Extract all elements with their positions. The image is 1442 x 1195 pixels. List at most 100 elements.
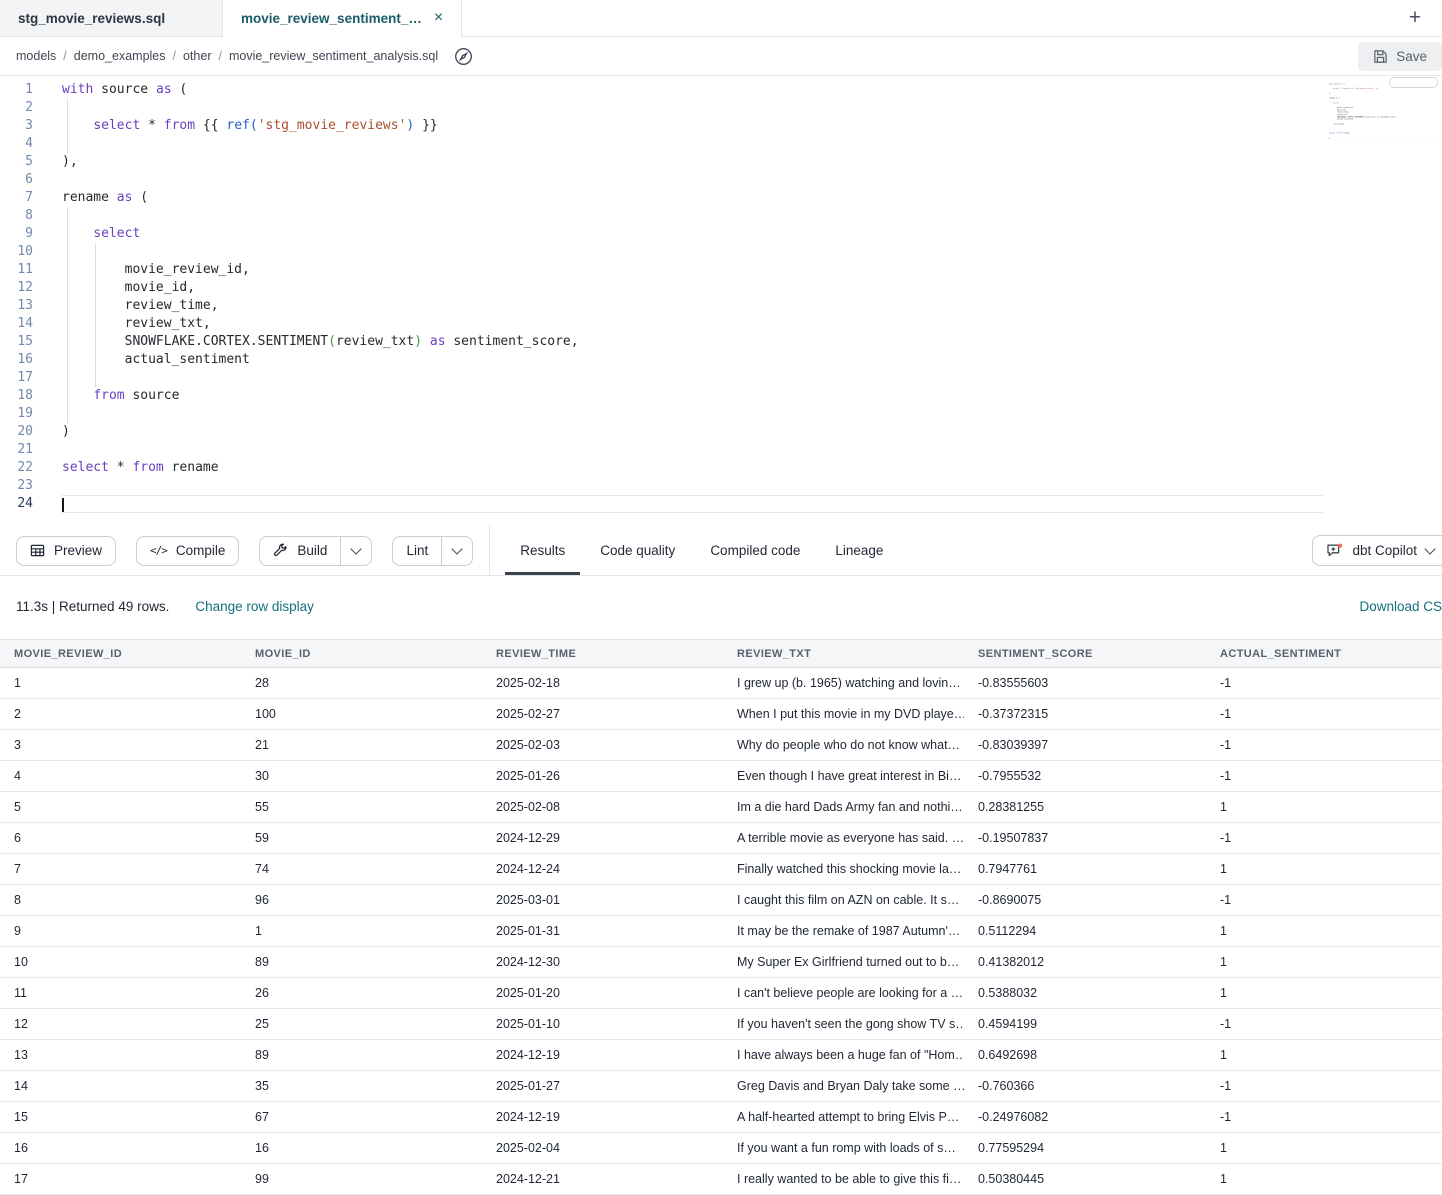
- table-cell: 2: [0, 707, 241, 721]
- table-cell: 12: [0, 1017, 241, 1031]
- code-line[interactable]: SNOWFLAKE.CORTEX.SENTIMENT(review_txt) a…: [62, 333, 1442, 351]
- preview-button[interactable]: Preview: [16, 536, 116, 566]
- table-row[interactable]: 10892024-12-30My Super Ex Girlfriend tur…: [0, 947, 1442, 978]
- table-row[interactable]: 912025-01-31It may be the remake of 1987…: [0, 916, 1442, 947]
- code-line[interactable]: [62, 99, 1442, 117]
- code-line[interactable]: [62, 243, 1442, 261]
- table-row[interactable]: 4302025-01-26Even though I have great in…: [0, 761, 1442, 792]
- code-line[interactable]: movie_id,: [62, 279, 1442, 297]
- table-cell: -1: [1206, 893, 1442, 907]
- breadcrumb-segment[interactable]: demo_examples: [74, 49, 166, 63]
- code-line[interactable]: [62, 369, 1442, 387]
- code-line[interactable]: movie_review_id,: [62, 261, 1442, 279]
- code-line[interactable]: review_txt,: [62, 315, 1442, 333]
- table-row[interactable]: 21002025-02-27When I put this movie in m…: [0, 699, 1442, 730]
- build-button[interactable]: Build: [260, 537, 340, 565]
- close-tab-icon[interactable]: ×: [434, 10, 443, 26]
- code-line[interactable]: select * from rename: [62, 459, 1442, 477]
- table-cell: 0.4594199: [964, 1017, 1206, 1031]
- code-line[interactable]: review_time,: [62, 297, 1442, 315]
- breadcrumb-segment[interactable]: movie_review_sentiment_analysis.sql: [229, 49, 438, 63]
- tab-results[interactable]: Results: [520, 526, 565, 575]
- code-line[interactable]: select * from {{ ref('stg_movie_reviews'…: [62, 117, 1442, 135]
- tab-movie-review-sentiment[interactable]: movie_review_sentiment_… ×: [223, 0, 462, 36]
- code-line[interactable]: [1329, 137, 1441, 139]
- code-line[interactable]: select: [62, 225, 1442, 243]
- tab-code-quality[interactable]: Code quality: [600, 526, 675, 575]
- code-line[interactable]: [62, 441, 1442, 459]
- table-cell: I really wanted to be able to give this …: [723, 1172, 964, 1186]
- tab-lineage[interactable]: Lineage: [835, 526, 883, 575]
- indent-guide: [67, 207, 68, 423]
- table-cell: When I put this movie in my DVD playe…: [723, 707, 964, 721]
- code-line[interactable]: with source as (: [62, 81, 1442, 99]
- table-row[interactable]: 15672024-12-19A half-hearted attempt to …: [0, 1102, 1442, 1133]
- table-cell: 2024-12-19: [482, 1048, 723, 1062]
- lint-button[interactable]: Lint: [393, 537, 441, 565]
- table-row[interactable]: 17992024-12-21I really wanted to be able…: [0, 1164, 1442, 1195]
- compass-icon[interactable]: [454, 47, 473, 66]
- save-button[interactable]: Save: [1358, 42, 1442, 71]
- code-line[interactable]: [62, 477, 1442, 495]
- compile-button[interactable]: </> Compile: [136, 536, 239, 566]
- table-cell: -0.83555603: [964, 676, 1206, 690]
- column-header-movie-review-id[interactable]: MOVIE_REVIEW_ID: [0, 648, 241, 660]
- table-row[interactable]: 8962025-03-01I caught this film on AZN o…: [0, 885, 1442, 916]
- table-cell: I can't believe people are looking for a…: [723, 986, 964, 1000]
- download-csv-link[interactable]: Download CSV: [1359, 599, 1442, 614]
- change-row-display-link[interactable]: Change row display: [195, 599, 314, 614]
- table-row[interactable]: 11262025-01-20I can't believe people are…: [0, 978, 1442, 1009]
- new-tab-button[interactable]: +: [1402, 6, 1428, 30]
- table-cell: 0.7947761: [964, 862, 1206, 876]
- table-cell: 2025-02-18: [482, 676, 723, 690]
- table-row[interactable]: 13892024-12-19I have always been a huge …: [0, 1040, 1442, 1071]
- code-line[interactable]: ),: [62, 153, 1442, 171]
- table-cell: 74: [241, 862, 482, 876]
- code-line[interactable]: [62, 207, 1442, 225]
- table-cell: 9: [0, 924, 241, 938]
- table-row[interactable]: 14352025-01-27Greg Davis and Bryan Daly …: [0, 1071, 1442, 1102]
- code-line[interactable]: [62, 495, 1442, 513]
- code-line[interactable]: from source: [62, 387, 1442, 405]
- table-cell: Finally watched this shocking movie la…: [723, 862, 964, 876]
- code-editor[interactable]: 123456789101112131415161718192021222324 …: [0, 76, 1442, 526]
- table-cell: 0.50380445: [964, 1172, 1206, 1186]
- column-header-movie-id[interactable]: MOVIE_ID: [241, 648, 482, 660]
- column-header-sentiment-score[interactable]: SENTIMENT_SCORE: [964, 648, 1206, 660]
- table-row[interactable]: 12252025-01-10If you haven't seen the go…: [0, 1009, 1442, 1040]
- lint-dropdown[interactable]: [441, 537, 472, 565]
- table-row[interactable]: 1282025-02-18I grew up (b. 1965) watchin…: [0, 668, 1442, 699]
- tab-stg-movie-reviews[interactable]: stg_movie_reviews.sql: [0, 0, 223, 36]
- code-lines[interactable]: with source as ( select * from {{ ref('s…: [40, 81, 1442, 526]
- breadcrumb-segment[interactable]: models: [16, 49, 56, 63]
- toolbar-divider: [489, 526, 490, 575]
- line-numbers: 123456789101112131415161718192021222324: [0, 81, 40, 526]
- table-cell: 2024-12-29: [482, 831, 723, 845]
- table-row[interactable]: 7742024-12-24Finally watched this shocki…: [0, 854, 1442, 885]
- table-row[interactable]: 5552025-02-08Im a die hard Dads Army fan…: [0, 792, 1442, 823]
- code-line[interactable]: [62, 135, 1442, 153]
- table-cell: -0.24976082: [964, 1110, 1206, 1124]
- code-line[interactable]: [62, 405, 1442, 423]
- code-line[interactable]: actual_sentiment: [62, 351, 1442, 369]
- tab-compiled-code[interactable]: Compiled code: [710, 526, 800, 575]
- table-cell: -1: [1206, 738, 1442, 752]
- column-header-review-time[interactable]: REVIEW_TIME: [482, 648, 723, 660]
- dbt-copilot-button[interactable]: dbt Copilot: [1312, 535, 1442, 566]
- table-row[interactable]: 6592024-12-29A terrible movie as everyon…: [0, 823, 1442, 854]
- result-tabs: Results Code quality Compiled code Linea…: [520, 526, 883, 575]
- table-row[interactable]: 16162025-02-04If you want a fun romp wit…: [0, 1133, 1442, 1164]
- build-dropdown[interactable]: [340, 537, 371, 565]
- code-line[interactable]: [62, 171, 1442, 189]
- code-line[interactable]: rename as (: [62, 189, 1442, 207]
- breadcrumb-segment[interactable]: other: [183, 49, 212, 63]
- table-row[interactable]: 3212025-02-03Why do people who do not kn…: [0, 730, 1442, 761]
- minimap[interactable]: with source as ( select * from {{ ref('s…: [1323, 76, 1442, 520]
- editor-tab-strip: stg_movie_reviews.sql movie_review_senti…: [0, 0, 1442, 37]
- copilot-label: dbt Copilot: [1352, 543, 1417, 558]
- code-line[interactable]: ): [62, 423, 1442, 441]
- column-header-review-txt[interactable]: REVIEW_TXT: [723, 648, 964, 660]
- table-cell: I have always been a huge fan of "Hom…: [723, 1048, 964, 1062]
- column-header-actual-sentiment[interactable]: ACTUAL_SENTIMENT: [1206, 648, 1442, 660]
- table-cell: 2024-12-24: [482, 862, 723, 876]
